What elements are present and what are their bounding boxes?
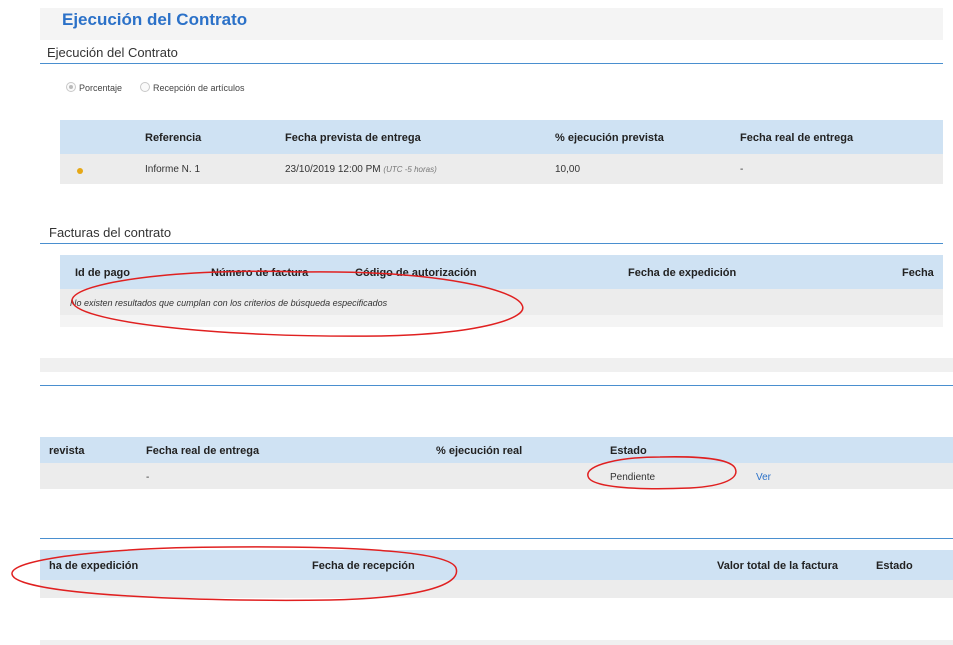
bottom-strip bbox=[40, 640, 953, 645]
timezone-note: (UTC -5 horas) bbox=[383, 165, 437, 174]
col-estado: Estado bbox=[610, 445, 647, 457]
empty-message: No existen resultados que cumplan con lo… bbox=[70, 298, 388, 308]
col-valor-total: Valor total de la factura bbox=[717, 560, 839, 572]
status-pendiente: Pendiente bbox=[610, 472, 656, 483]
col-fecha: Fecha bbox=[902, 267, 934, 279]
col-ejecucion-prevista: % ejecución prevista bbox=[555, 132, 664, 144]
col-fecha-clip: Fecha bbox=[899, 262, 943, 282]
page-title: Ejecución del Contrato bbox=[62, 10, 248, 29]
col-fecha-expedicion: Fecha de expedición bbox=[628, 267, 737, 279]
col-referencia: Referencia bbox=[145, 132, 202, 144]
invoices-section-rule bbox=[40, 243, 943, 244]
cell-reference: Informe N. 1 bbox=[145, 164, 201, 175]
col-estado-factura: Estado bbox=[876, 560, 913, 572]
col-revista: revista bbox=[49, 445, 85, 457]
cell-due-date: 23/10/2019 12:00 PM (UTC -5 horas) bbox=[285, 164, 437, 175]
scrolled-invoices-rule bbox=[40, 538, 953, 539]
status-dot-icon bbox=[77, 168, 83, 174]
col-expedicion-scrolled: ha de expedición bbox=[49, 560, 139, 572]
radio-recepcion-articulos[interactable] bbox=[140, 82, 150, 92]
col-codigo-autorizacion: Código de autorización bbox=[355, 267, 477, 279]
execution-section-title: Ejecución del Contrato bbox=[47, 45, 178, 60]
col-ejecucion-real: % ejecución real bbox=[436, 445, 523, 457]
col-fecha-real-2: Fecha real de entrega bbox=[146, 445, 260, 457]
col-numero-factura: Número de factura bbox=[211, 267, 309, 279]
cell-actual-date: - bbox=[740, 164, 744, 175]
invoices-table-header bbox=[60, 255, 943, 289]
invoices-section-title: Facturas del contrato bbox=[49, 225, 172, 240]
scroll-separator bbox=[40, 358, 953, 372]
radio-recepcion-articulos-label: Recepción de artículos bbox=[153, 83, 245, 93]
scrolled-execution-rule bbox=[40, 385, 953, 386]
cell-expected-pct: 10,00 bbox=[555, 164, 581, 175]
execution-section-rule bbox=[40, 63, 943, 64]
col-fecha-prevista: Fecha prevista de entrega bbox=[285, 132, 421, 144]
cell-actual-date-2: - bbox=[146, 472, 150, 483]
radio-porcentaje[interactable] bbox=[66, 82, 76, 92]
col-fecha-real: Fecha real de entrega bbox=[740, 132, 854, 144]
due-date-value: 23/10/2019 12:00 PM bbox=[285, 164, 381, 175]
table-row bbox=[40, 463, 953, 489]
col-id-pago: Id de pago bbox=[75, 267, 130, 279]
scrolled-invoices-row bbox=[40, 580, 953, 598]
col-fecha-recepcion: Fecha de recepción bbox=[312, 560, 415, 572]
ver-link[interactable]: Ver bbox=[756, 472, 771, 483]
radio-porcentaje-label: Porcentaje bbox=[79, 83, 123, 93]
